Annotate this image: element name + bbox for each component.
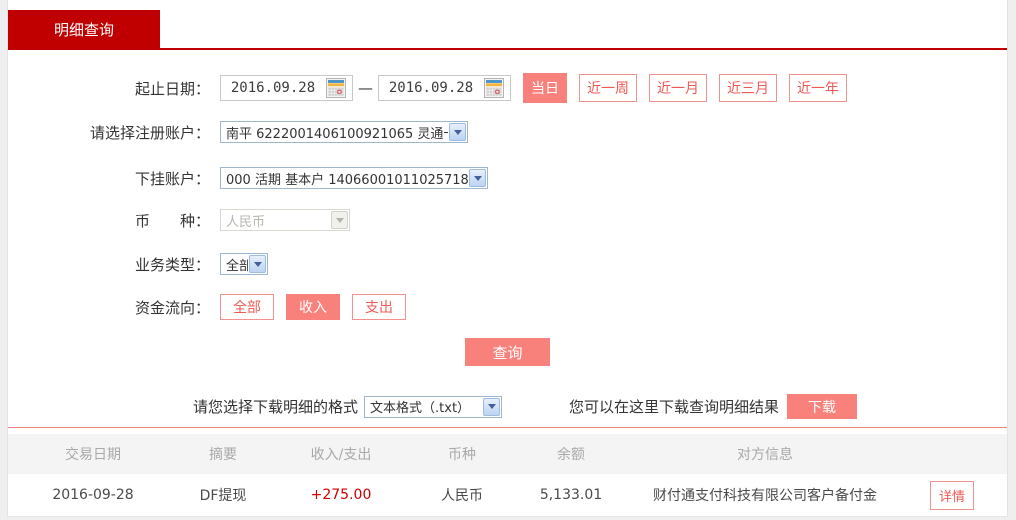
business-type-select[interactable]: 全部	[220, 253, 268, 275]
download-button[interactable]: 下载	[787, 394, 858, 419]
quick-range-month-button[interactable]: 近一月	[649, 74, 707, 102]
quick-range-week-button[interactable]: 近一周	[579, 74, 637, 102]
cell-balance: 5,133.01	[539, 487, 603, 503]
detail-query-panel: 明细查询 起止日期： —	[7, 0, 1008, 517]
sub-account-label: 下挂账户：	[134, 169, 210, 188]
fund-flow-income-button[interactable]: 收入	[286, 294, 340, 320]
calendar-icon[interactable]	[483, 77, 505, 99]
sub-account-value: 000 活期 基本户 1406600101102571848	[226, 172, 468, 188]
table-header-row: 交易日期 摘要 收入/支出 币种 余额 对方信息	[8, 434, 1007, 474]
sub-account-row: 下挂账户： 000 活期 基本户 1406600101102571848	[8, 166, 1007, 190]
registered-account-label: 请选择注册账户：	[89, 123, 210, 142]
download-format-label: 请您选择下载明细的格式	[193, 398, 359, 416]
fund-flow-expense-button[interactable]: 支出	[352, 294, 406, 320]
chevron-down-icon[interactable]	[469, 169, 486, 187]
chevron-down-icon[interactable]	[483, 397, 501, 416]
fund-flow-row: 资金流向： 全部 收入 支出	[8, 293, 1007, 321]
quick-range-year-button[interactable]: 近一年	[789, 74, 847, 102]
date-range-row: 起止日期： —	[8, 73, 1007, 103]
header-trade-date: 交易日期	[65, 447, 121, 463]
quick-range-today-button[interactable]: 当日	[523, 73, 567, 103]
chevron-down-icon[interactable]	[449, 123, 466, 141]
fund-flow-label: 资金流向：	[134, 298, 210, 317]
currency-label: 币 种：	[134, 211, 210, 230]
currency-value: 人民币	[226, 214, 266, 230]
quick-range-quarter-button[interactable]: 近三月	[719, 74, 777, 102]
date-range-separator: —	[358, 79, 373, 97]
fund-flow-all-button[interactable]: 全部	[220, 294, 274, 320]
chevron-down-icon	[331, 211, 348, 229]
currency-row: 币 种： 人民币	[8, 208, 1007, 232]
query-button[interactable]: 查询	[465, 338, 550, 366]
sub-account-select[interactable]: 000 活期 基本户 1406600101102571848	[220, 167, 488, 189]
tab-bar: 明细查询	[8, 0, 1007, 50]
cell-amount: +275.00	[310, 487, 372, 503]
header-summary: 摘要	[209, 447, 237, 463]
download-row: 请您选择下载明细的格式 文本格式（.txt） 您可以在这里下载查询明细结果 下载	[8, 394, 1007, 419]
registered-account-select[interactable]: 南平 6222001406100921065 灵通卡	[220, 121, 468, 143]
cell-trade-date: 2016-09-28	[52, 487, 134, 503]
end-date-input[interactable]	[379, 80, 483, 96]
query-button-row: 查询	[8, 338, 1007, 366]
download-format-select[interactable]: 文本格式（.txt）	[364, 395, 503, 418]
table-separator-line	[8, 427, 1007, 428]
tab-detail-query[interactable]: 明细查询	[8, 10, 160, 48]
download-hint-text: 您可以在这里下载查询明细结果	[569, 398, 780, 416]
cell-currency: 人民币	[441, 488, 483, 504]
cell-counterparty: 财付通支付科技有限公司客户备付金	[653, 488, 877, 504]
header-currency: 币种	[448, 447, 476, 463]
cell-summary: DF提现	[199, 488, 247, 504]
calendar-icon[interactable]	[325, 77, 347, 99]
chevron-down-icon[interactable]	[249, 255, 266, 273]
date-range-label: 起止日期：	[134, 79, 210, 98]
business-type-row: 业务类型： 全部	[8, 252, 1007, 276]
business-type-label: 业务类型：	[134, 255, 210, 274]
end-date-box	[378, 75, 511, 101]
registered-account-row: 请选择注册账户： 南平 6222001406100921065 灵通卡	[8, 120, 1007, 144]
currency-select: 人民币	[220, 209, 350, 231]
start-date-box	[220, 75, 353, 101]
header-balance: 余额	[557, 447, 585, 463]
header-counterparty: 对方信息	[737, 447, 793, 463]
header-amount: 收入/支出	[310, 447, 372, 463]
business-type-value: 全部	[226, 258, 248, 274]
start-date-input[interactable]	[221, 80, 325, 96]
detail-button[interactable]: 详情	[930, 480, 975, 510]
table-row: 2016-09-28 DF提现 +275.00 人民币 5,133.01 财付通…	[8, 474, 1007, 517]
download-format-value: 文本格式（.txt）	[370, 401, 471, 416]
registered-account-value: 南平 6222001406100921065 灵通卡	[226, 126, 448, 142]
